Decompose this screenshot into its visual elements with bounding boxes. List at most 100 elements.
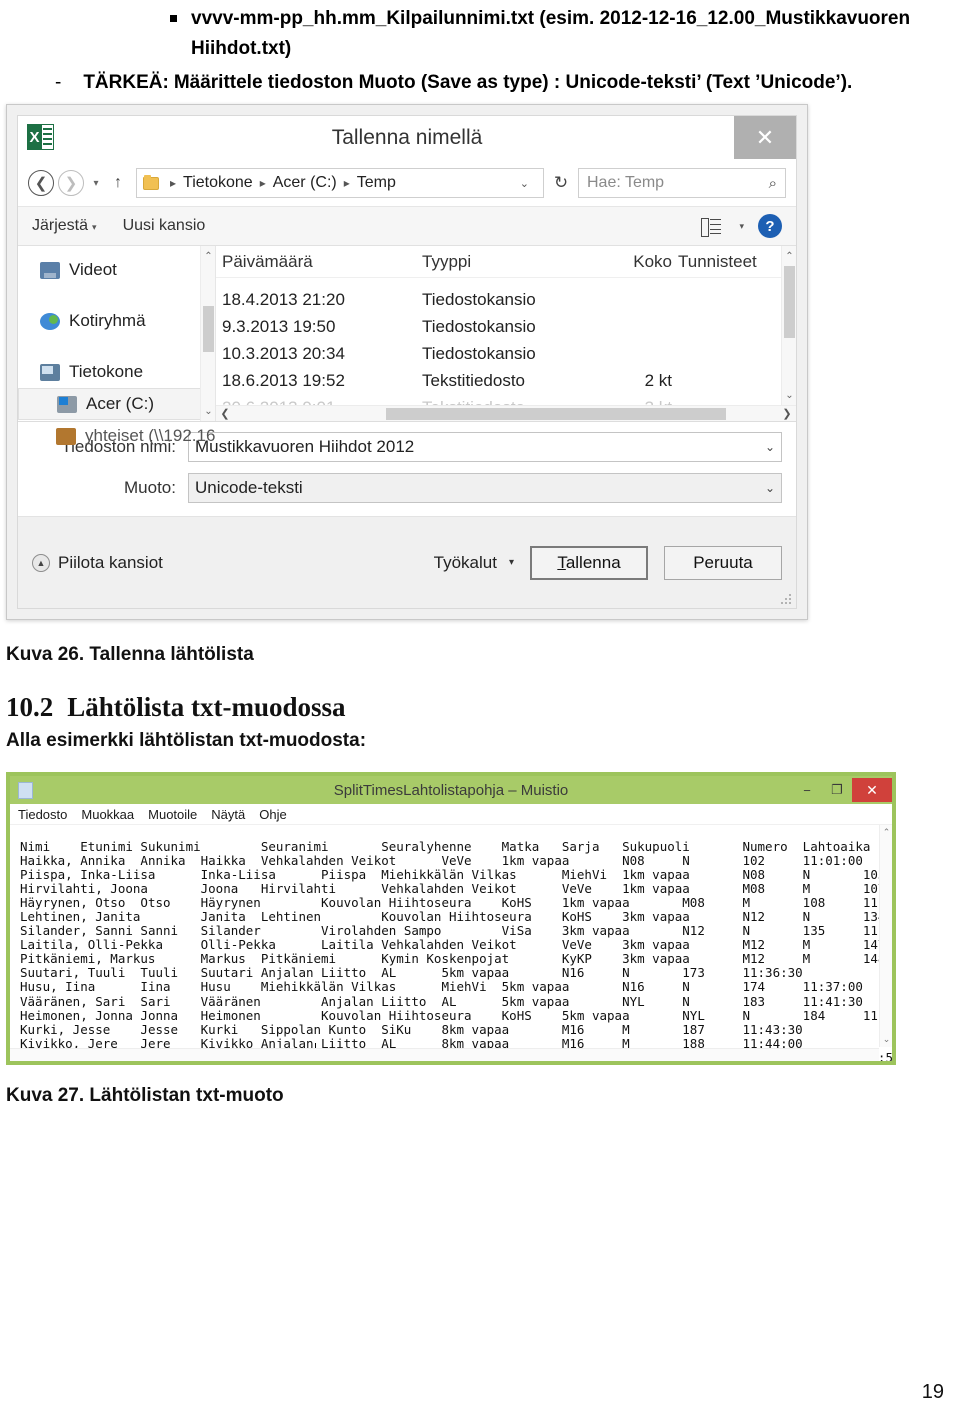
cancel-button[interactable]: Peruuta <box>664 545 782 580</box>
navigation-sidebar: Videot Kotiryhmä Tietokone Acer (C:) yht… <box>18 246 216 445</box>
view-layout-icon[interactable] <box>701 217 722 237</box>
breadcrumb-separator-icon: ▸ <box>170 176 177 190</box>
notepad-horizontal-scrollbar[interactable] <box>10 1048 879 1061</box>
new-folder-button[interactable]: Uusi kansio <box>123 217 206 235</box>
sidebar-item-videot[interactable]: Videot <box>18 254 215 286</box>
close-icon[interactable]: ✕ <box>734 116 796 159</box>
menu-item-help[interactable]: Ohje <box>259 807 286 822</box>
save-as-dialog: X Tallenna nimellä ✕ ❮ ❯ ▾ ↑ ▸ Tietokone… <box>6 104 808 620</box>
bullet-text-continuation: Hiihdot.txt) <box>191 38 292 59</box>
sidebar-scroll-thumb[interactable] <box>203 306 214 352</box>
sidebar-item-acer-c[interactable]: Acer (C:) <box>18 388 211 420</box>
column-header-tags[interactable]: Tunnisteet <box>672 252 772 272</box>
search-placeholder: Hae: Temp <box>587 174 665 191</box>
search-input[interactable]: Hae: Temp ⌕ <box>578 168 786 198</box>
sidebar-item-tietokone[interactable]: Tietokone <box>18 356 215 388</box>
file-list-horizontal-scrollbar[interactable]: ❮ ❯ <box>216 405 796 421</box>
hide-folders-label: Piilota kansiot <box>58 552 163 572</box>
scroll-down-icon[interactable]: ⌄ <box>880 1033 892 1046</box>
hide-folders-button[interactable]: ▲ Piilota kansiot <box>32 553 163 573</box>
notepad-title: SplitTimesLahtolistapohja – Muistio <box>333 781 569 799</box>
close-icon[interactable]: ✕ <box>852 778 892 802</box>
drive-icon <box>57 395 77 413</box>
section-number: 10.2 <box>6 692 54 722</box>
address-breadcrumb-bar[interactable]: ▸ Tietokone ▸ Acer (C:) ▸ Temp ⌄ <box>136 168 544 198</box>
breadcrumb-item-temp[interactable]: Temp <box>357 174 396 192</box>
chevron-down-icon[interactable]: ⌄ <box>757 481 775 495</box>
save-button[interactable]: Tallenna <box>530 545 648 580</box>
chevron-down-icon: ▾ <box>92 222 97 232</box>
sidebar-item-label: Videot <box>69 260 117 279</box>
cell-date: 9.3.2013 19:50 <box>222 316 336 336</box>
table-row[interactable]: 9.3.2013 19:50 Tiedostokansio <box>216 313 796 340</box>
cell-type: Tiedostokansio <box>422 316 536 336</box>
bullet-text: vvvv-mm-pp_hh.mm_Kilpailunnimi.txt (esim… <box>191 8 911 29</box>
square-bullet-icon <box>170 15 177 22</box>
scroll-down-icon[interactable]: ⌄ <box>782 387 796 403</box>
menu-item-format[interactable]: Muotoile <box>148 807 197 822</box>
back-button[interactable]: ❮ <box>28 170 54 196</box>
breadcrumb-item-drive[interactable]: Acer (C:) <box>273 174 337 192</box>
search-icon: ⌕ <box>768 174 777 192</box>
bullet-item-filename-pattern: vvvv-mm-pp_hh.mm_Kilpailunnimi.txt (esim… <box>170 4 960 34</box>
breadcrumb-dropdown-icon[interactable]: ⌄ <box>512 177 537 190</box>
dialog-navigation-bar: ❮ ❯ ▾ ↑ ▸ Tietokone ▸ Acer (C:) ▸ Temp ⌄… <box>18 160 796 206</box>
column-header-type[interactable]: Tyyppi <box>416 252 564 272</box>
column-header-date[interactable]: Päivämäärä <box>216 252 416 272</box>
notepad-menu-bar: Tiedosto Muokkaa Muotoile Näytä Ohje <box>10 804 892 825</box>
dialog-footer: ▲ Piilota kansiot Työkalut ▾ Tallenna Pe… <box>18 516 796 608</box>
format-select[interactable]: Unicode-teksti ⌄ <box>188 473 782 503</box>
scroll-up-icon[interactable]: ⌃ <box>782 248 796 264</box>
chevron-down-icon[interactable]: ▾ <box>739 221 744 232</box>
breadcrumb-item-computer[interactable]: Tietokone <box>183 174 253 192</box>
scroll-up-icon[interactable]: ⌃ <box>880 826 892 839</box>
sidebar-scrollbar[interactable]: ⌃ ⌄ <box>200 246 215 421</box>
notepad-title-bar: SplitTimesLahtolistapohja – Muistio − ❐ … <box>10 776 892 804</box>
filename-input[interactable]: Mustikkavuoren Hiihdot 2012 ⌄ <box>188 432 782 462</box>
document-top-text: vvvv-mm-pp_hh.mm_Kilpailunnimi.txt (esim… <box>0 0 960 98</box>
scroll-left-icon[interactable]: ❮ <box>216 407 234 420</box>
minimize-icon[interactable]: − <box>792 779 822 801</box>
table-row[interactable]: 10.3.2013 20:34 Tiedostokansio <box>216 340 796 367</box>
file-list-scroll-thumb[interactable] <box>784 266 795 338</box>
table-row[interactable]: 18.6.2013 19:52 Tekstitiedosto 2 kt <box>216 367 796 394</box>
notepad-text-area[interactable]: Nimi Etunimi Sukunimi Seuranimi Seuralyh… <box>10 825 892 1061</box>
sidebar-item-kotiryhma[interactable]: Kotiryhmä <box>18 305 215 337</box>
scroll-up-icon[interactable]: ⌃ <box>201 248 216 264</box>
dialog-title-bar: X Tallenna nimellä ✕ <box>18 116 796 160</box>
help-icon[interactable]: ? <box>758 214 782 238</box>
up-one-level-button[interactable]: ↑ <box>108 174 128 192</box>
menu-item-view[interactable]: Näytä <box>211 807 245 822</box>
dialog-body: Videot Kotiryhmä Tietokone Acer (C:) yht… <box>18 246 796 445</box>
notepad-window: SplitTimesLahtolistapohja – Muistio − ❐ … <box>6 772 896 1065</box>
menu-item-edit[interactable]: Muokkaa <box>81 807 134 822</box>
file-list-hscroll-thumb[interactable] <box>386 408 726 420</box>
video-icon <box>40 261 60 279</box>
scroll-right-icon[interactable]: ❯ <box>778 407 796 420</box>
refresh-icon[interactable]: ↻ <box>548 173 574 193</box>
column-header-size[interactable]: Koko <box>564 252 672 272</box>
cell-size: 2 kt <box>644 370 672 390</box>
folder-icon <box>143 174 159 190</box>
cell-date: 18.4.2013 21:20 <box>222 289 345 309</box>
tools-button[interactable]: Työkalut ▾ <box>434 553 514 573</box>
chevron-down-icon[interactable]: ⌄ <box>757 440 775 454</box>
table-row[interactable]: 18.4.2013 21:20 Tiedostokansio <box>216 286 796 313</box>
section-title: Lähtölista txt-muodossa <box>67 692 346 722</box>
scroll-down-icon[interactable]: ⌄ <box>201 403 216 419</box>
menu-item-file[interactable]: Tiedosto <box>18 807 67 822</box>
forward-button[interactable]: ❯ <box>58 170 84 196</box>
notepad-vertical-scrollbar[interactable]: ⌃ ⌄ <box>879 825 892 1047</box>
recent-locations-caret-icon[interactable]: ▾ <box>88 178 104 189</box>
tools-label: Työkalut <box>433 552 497 572</box>
filename-value: Mustikkavuoren Hiihdot 2012 <box>195 437 415 456</box>
organize-button[interactable]: Järjestä ▾ <box>32 217 97 235</box>
maximize-icon[interactable]: ❐ <box>822 779 852 801</box>
homegroup-icon <box>40 312 60 330</box>
save-label-rest: allenna <box>565 552 621 572</box>
resize-grip-icon[interactable] <box>780 593 791 604</box>
file-list-vertical-scrollbar[interactable]: ⌃ ⌄ <box>781 246 796 405</box>
sidebar-item-yhteiset[interactable]: yhteiset (\\192.16 <box>18 420 215 452</box>
cell-type: Tiedostokansio <box>422 289 536 309</box>
excel-icon-letter: X <box>27 124 42 150</box>
